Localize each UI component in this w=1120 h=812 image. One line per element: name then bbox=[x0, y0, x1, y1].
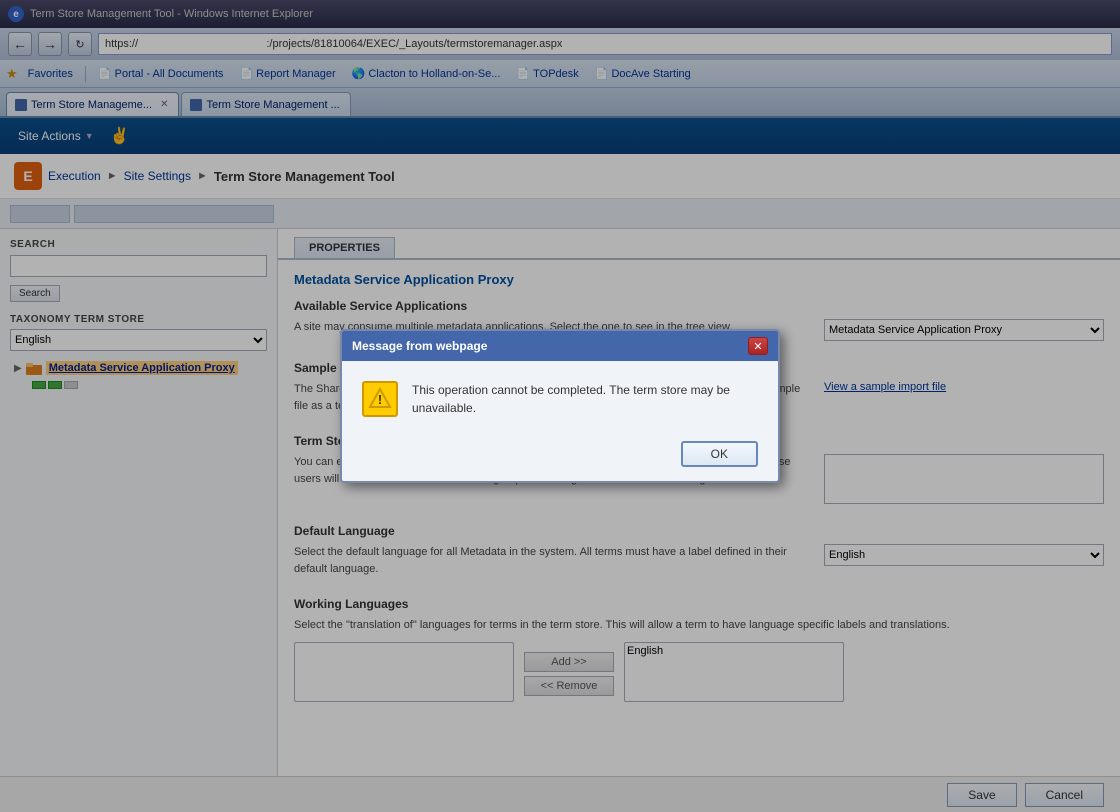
modal-overlay: Message from webpage ✕ ! This operation … bbox=[0, 0, 1120, 812]
modal-title: Message from webpage bbox=[352, 339, 487, 353]
modal-titlebar: Message from webpage ✕ bbox=[342, 331, 778, 361]
modal-ok-button[interactable]: OK bbox=[681, 441, 758, 467]
modal-close-button[interactable]: ✕ bbox=[748, 337, 768, 355]
modal-dialog: Message from webpage ✕ ! This operation … bbox=[340, 329, 780, 483]
svg-text:!: ! bbox=[378, 392, 382, 407]
modal-message: This operation cannot be completed. The … bbox=[412, 381, 758, 417]
warning-icon: ! bbox=[362, 381, 398, 417]
modal-footer: OK bbox=[342, 433, 778, 481]
modal-body: ! This operation cannot be completed. Th… bbox=[342, 361, 778, 433]
